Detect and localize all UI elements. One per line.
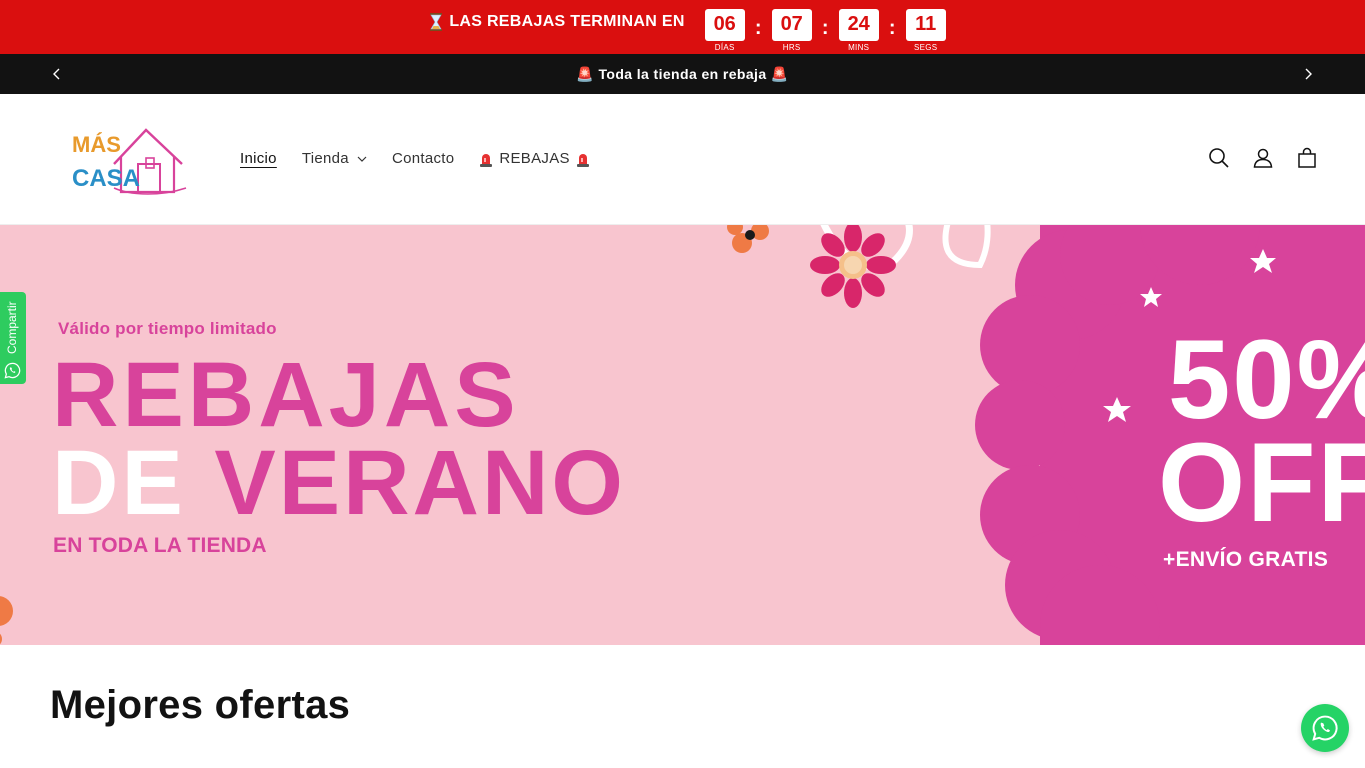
whatsapp-float-button[interactable] <box>1301 704 1349 752</box>
countdown-separator: : <box>754 16 762 39</box>
countdown-seconds-value: 11 <box>905 8 946 41</box>
siren-icon <box>576 153 589 167</box>
hero-title-word-de: DE <box>52 432 186 534</box>
announcement-next-button[interactable] <box>1300 66 1316 82</box>
countdown-minutes-value: 24 <box>838 8 879 41</box>
countdown-separator: : <box>888 16 896 39</box>
main-nav: Inicio Tienda Contacto REBAJAS <box>240 150 615 167</box>
countdown-hours-label: HRS <box>782 42 801 52</box>
announcement-bar: 🚨 Toda la tienda en rebaja 🚨 <box>0 54 1365 94</box>
hero-discount: 50% <box>1168 317 1365 442</box>
nav-item-rebajas[interactable]: REBAJAS <box>479 150 589 167</box>
countdown-days-label: DÍAS <box>714 42 735 52</box>
hero-title-line2: DE VERANO <box>52 433 626 533</box>
hero-title-word-verano: VERANO <box>214 432 626 534</box>
nav-item-contacto[interactable]: Contacto <box>392 150 454 167</box>
whatsapp-icon <box>4 362 21 379</box>
hero-title-line1: REBAJAS <box>52 344 520 446</box>
nav-item-tienda[interactable]: Tienda <box>302 150 367 167</box>
hourglass-icon <box>430 12 443 31</box>
account-icon[interactable] <box>1251 146 1275 170</box>
svg-text:MÁS: MÁS <box>72 132 121 157</box>
countdown-days: 06 DÍAS <box>704 3 745 52</box>
chevron-left-icon <box>53 68 60 80</box>
section-title: Mejores ofertas <box>50 683 351 727</box>
flower-orange-icon <box>727 225 769 253</box>
house-logo-icon: MÁS CASA <box>72 128 187 195</box>
nav-item-inicio[interactable]: Inicio <box>240 150 277 167</box>
announcement-text: 🚨 Toda la tienda en rebaja 🚨 <box>576 65 789 82</box>
flower-pink-icon <box>810 225 896 308</box>
site-logo[interactable]: MÁS CASA <box>70 124 188 196</box>
countdown-minutes-label: MINS <box>848 42 870 52</box>
cart-icon[interactable] <box>1295 146 1319 170</box>
countdown-hours: 07 HRS <box>771 3 812 52</box>
countdown-days-value: 06 <box>704 8 745 41</box>
countdown-hours-value: 07 <box>771 8 812 41</box>
hero-subtitle: Válido por tiempo limitado <box>58 319 277 338</box>
countdown-title: LAS REBAJAS TERMINAN EN <box>429 12 684 31</box>
countdown-separator: : <box>821 16 829 39</box>
siren-icon <box>480 153 493 167</box>
countdown-seconds-label: SEGS <box>913 42 938 52</box>
search-icon[interactable] <box>1207 146 1231 170</box>
hero-banner[interactable]: Válido por tiempo limitado REBAJAS DE VE… <box>0 225 1365 645</box>
share-label: Compartir <box>5 301 19 355</box>
hero-tagline: EN TODA LA TIENDA <box>53 534 267 557</box>
svg-text:CASA: CASA <box>72 165 140 192</box>
header-icons <box>1187 146 1319 170</box>
countdown-minutes: 24 MINS <box>838 3 879 52</box>
hero-shipping: +ENVÍO GRATIS <box>1163 548 1329 571</box>
announcement-prev-button[interactable] <box>49 66 65 82</box>
site-header: MÁS CASA Inicio Tienda Contacto REBAJAS <box>0 94 1365 225</box>
hero-off-label: OFF <box>1158 420 1365 545</box>
share-tab[interactable]: Compartir <box>0 292 26 384</box>
countdown-bar: LAS REBAJAS TERMINAN EN 06 DÍAS : 07 HRS… <box>0 0 1365 54</box>
countdown-timer: LAS REBAJAS TERMINAN EN 06 DÍAS : 07 HRS… <box>429 3 946 52</box>
countdown-seconds: 11 SEGS <box>905 3 946 52</box>
chevron-down-icon <box>357 156 367 162</box>
chevron-right-icon <box>1305 68 1312 80</box>
whatsapp-icon <box>1312 715 1338 741</box>
